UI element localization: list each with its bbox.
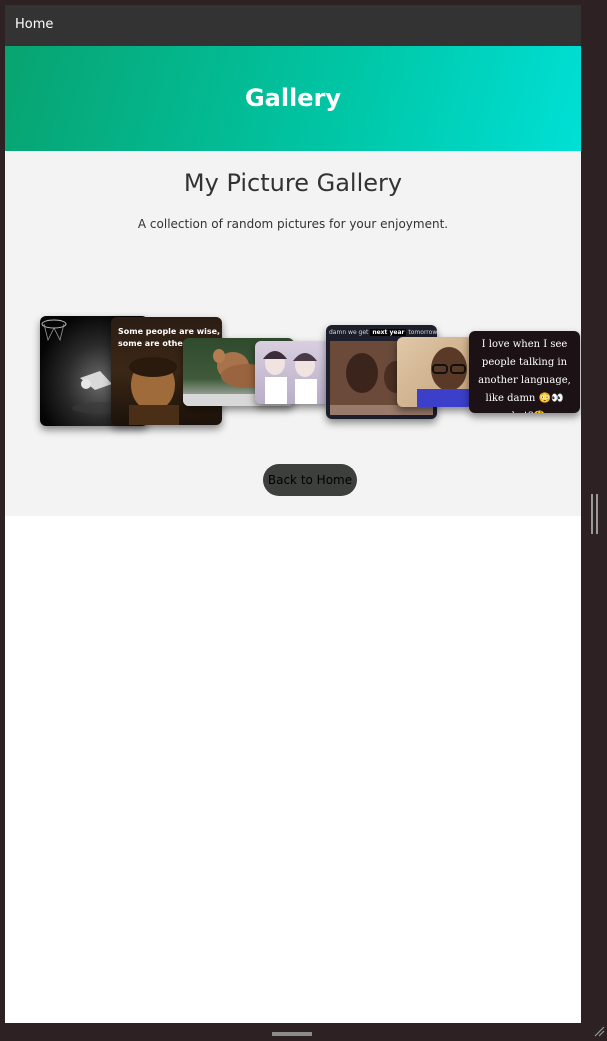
gallery-section: My Picture Gallery A collection of rando… bbox=[5, 151, 581, 516]
scrollbar-handle[interactable] bbox=[591, 494, 599, 534]
resize-grip-icon[interactable] bbox=[593, 1022, 605, 1037]
gallery-image-language-meme[interactable]: I love when I see people talking in anot… bbox=[469, 331, 580, 413]
back-to-home-button[interactable]: Back to Home bbox=[263, 464, 357, 496]
bottom-drag-handle[interactable] bbox=[272, 1032, 312, 1036]
top-nav: Home bbox=[5, 5, 581, 46]
nav-home-link[interactable]: Home bbox=[15, 17, 53, 32]
gallery-image-man-glasses[interactable] bbox=[397, 337, 473, 407]
browser-viewport: Home Gallery My Picture Gallery A collec… bbox=[5, 5, 581, 1023]
language-meme-caption: I love when I see people talking in anot… bbox=[478, 339, 571, 413]
anime-illustration bbox=[263, 351, 317, 404]
banner: Gallery bbox=[5, 46, 581, 151]
man-illustration bbox=[417, 347, 473, 407]
gallery-image-anime[interactable] bbox=[255, 341, 331, 404]
banner-title: Gallery bbox=[244, 84, 342, 112]
gallery-strip: Some people are wise, some are otherw da… bbox=[5, 151, 581, 451]
